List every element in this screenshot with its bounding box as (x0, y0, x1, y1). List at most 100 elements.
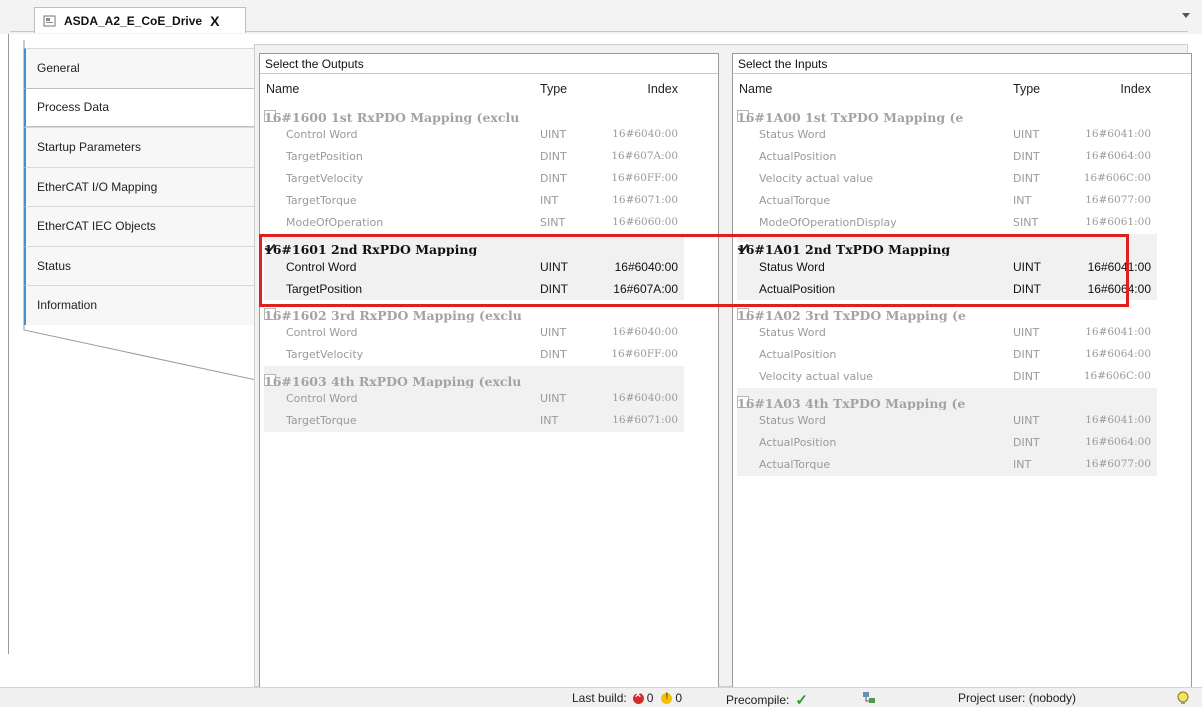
entry-type: INT (540, 414, 559, 427)
entry-index: 16#607A:00 (613, 282, 678, 296)
page-tabs: General Process Data Startup Parameters … (24, 48, 256, 325)
tab-process-data[interactable]: Process Data (24, 87, 256, 127)
process-data-panel: Select the Outputs Name Type Index 16#16… (254, 44, 1192, 689)
project-user: Project user: (nobody) (958, 691, 1076, 705)
column-header-type[interactable]: Type (540, 82, 567, 96)
column-header-type[interactable]: Type (1013, 82, 1040, 96)
tab-status[interactable]: Status (24, 245, 256, 285)
entry-index: 16#6064:00 (1085, 436, 1151, 448)
column-header-name[interactable]: Name (739, 82, 772, 96)
pdo-entry-row: Velocity actual value DINT 16#606C:00 (737, 168, 1157, 190)
pdo-entry-row: ActualPosition DINT 16#6064:00 (737, 146, 1157, 168)
last-build-label: Last build: (572, 691, 627, 705)
pdo-entry-row: Status Word UINT 16#6041:00 (737, 410, 1157, 432)
entry-type: SINT (1013, 216, 1039, 229)
entry-name: ActualPosition (759, 282, 836, 296)
pdo-entry-row: Control Word UINT 16#6040:00 (264, 124, 684, 146)
entry-index: 16#6060:00 (612, 216, 678, 228)
inputs-title: Select the Inputs (738, 57, 828, 71)
entry-name: TargetVelocity (286, 348, 364, 361)
entry-name: Status Word (759, 326, 826, 339)
entry-name: ActualTorque (759, 194, 831, 207)
pdo-entry-row: ActualPosition DINT 16#6064:00 (737, 344, 1157, 366)
entry-index: 16#6040:00 (612, 326, 678, 338)
tab-general[interactable]: General (24, 48, 256, 88)
entry-name: ModeOfOperation (286, 216, 384, 229)
pdo-group-name: 16#1601 2nd RxPDO Mapping (264, 242, 478, 257)
pdo-group-row[interactable]: 16#1A00 1st TxPDO Mapping (e (737, 102, 1157, 125)
pdo-entry-row: Status Word UINT 16#6041:00 (737, 322, 1157, 344)
entry-index: 16#6064:00 (1085, 150, 1151, 162)
chevron-down-icon[interactable] (1182, 13, 1190, 18)
pdo-group-row[interactable]: 16#1603 4th RxPDO Mapping (exclu (264, 366, 684, 389)
pdo-group-name: 16#1600 1st RxPDO Mapping (exclu (264, 110, 520, 125)
pdo-entry-row: ActualTorque INT 16#6077:00 (737, 190, 1157, 212)
entry-type: UINT (540, 392, 567, 405)
entry-index: 16#60FF:00 (611, 348, 678, 360)
entry-type: DINT (1013, 150, 1040, 163)
precompile-label: Precompile: (726, 693, 790, 707)
entry-name: TargetPosition (286, 282, 363, 296)
pdo-group-row[interactable]: 16#1A02 3rd TxPDO Mapping (e (737, 300, 1157, 323)
network-icon (863, 692, 875, 703)
entry-name: ActualTorque (759, 458, 831, 471)
entry-index: 16#6071:00 (612, 194, 678, 206)
warning-count[interactable]: 0 (675, 691, 682, 705)
entry-index: 16#60FF:00 (611, 172, 678, 184)
precompile-status[interactable]: Precompile: ✓ (726, 691, 808, 709)
close-tab-button[interactable]: X (210, 13, 219, 29)
pdo-entry-row: Status Word UINT 16#6041:00 (737, 124, 1157, 146)
warning-icon (661, 691, 673, 704)
pdo-group-row[interactable]: 16#1600 1st RxPDO Mapping (exclu (264, 102, 684, 125)
entry-type: DINT (1013, 436, 1040, 449)
tab-ethercat-io-mapping[interactable]: EtherCAT I/O Mapping (24, 166, 256, 206)
column-header-index[interactable]: Index (1120, 82, 1151, 96)
pdo-group-row[interactable]: 16#1A03 4th TxPDO Mapping (e (737, 388, 1157, 411)
tab-information[interactable]: Information (24, 285, 256, 325)
project-user-label: Project user: (nobody) (958, 691, 1077, 705)
error-icon (632, 689, 644, 704)
entry-index: 16#6040:00 (612, 392, 678, 404)
pdo-group-name: 16#1A02 3rd TxPDO Mapping (e (737, 308, 966, 323)
pdo-group-row[interactable]: 16#1A01 2nd TxPDO Mapping (737, 234, 1157, 257)
outputs-title: Select the Outputs (265, 57, 364, 71)
pdo-group-name: 16#1A03 4th TxPDO Mapping (e (737, 396, 966, 411)
column-header-name[interactable]: Name (266, 82, 299, 96)
column-header-index[interactable]: Index (647, 82, 678, 96)
entry-index: 16#6077:00 (1085, 194, 1151, 206)
document-tab[interactable]: ASDA_A2_E_CoE_Drive X (34, 7, 246, 33)
tab-label: Status (37, 258, 72, 273)
entry-index: 16#6061:00 (1085, 216, 1151, 228)
pdo-group-row[interactable]: 16#1601 2nd RxPDO Mapping (264, 234, 684, 257)
pdo-group-name: 16#1A00 1st TxPDO Mapping (e (737, 110, 964, 125)
entry-type: DINT (540, 348, 567, 361)
entry-type: UINT (540, 128, 567, 141)
entry-index: 16#607A:00 (611, 150, 678, 162)
entry-name: ActualPosition (759, 150, 837, 163)
status-bar: Last build: 0 0 Precompile: ✓ Project us… (0, 687, 1202, 709)
entry-name: TargetPosition (286, 150, 363, 163)
divider (733, 73, 1191, 74)
entry-type: INT (1013, 458, 1032, 471)
pdo-entry-row: TargetVelocity DINT 16#60FF:00 (264, 344, 684, 366)
outputs-panel: Select the Outputs Name Type Index 16#16… (259, 53, 719, 689)
tab-startup-parameters[interactable]: Startup Parameters (24, 127, 256, 167)
entry-type: SINT (540, 216, 566, 229)
entry-index: 16#6064:00 (1087, 282, 1151, 296)
pdo-entry-row: TargetPosition DINT 16#607A:00 (264, 146, 684, 168)
entry-index: 16#6077:00 (1085, 458, 1151, 470)
pdo-entry-row: TargetTorque INT 16#6071:00 (264, 410, 684, 432)
table-header: Name Type Index (264, 76, 684, 102)
entry-index: 16#6040:00 (614, 260, 678, 274)
tab-ethercat-iec-objects[interactable]: EtherCAT IEC Objects (24, 206, 256, 246)
entry-name: TargetVelocity (286, 172, 364, 185)
editor-left-border (8, 34, 9, 654)
pdo-group-row[interactable]: 16#1602 3rd RxPDO Mapping (exclu (264, 300, 684, 323)
network-status[interactable] (862, 691, 876, 705)
pdo-entry-row: Control Word UINT 16#6040:00 (264, 256, 684, 278)
pdo-entry-row: TargetVelocity DINT 16#60FF:00 (264, 168, 684, 190)
tip-status[interactable] (1176, 691, 1190, 705)
entry-type: UINT (540, 326, 567, 339)
error-count[interactable]: 0 (647, 691, 654, 705)
entry-name: Status Word (759, 414, 826, 427)
